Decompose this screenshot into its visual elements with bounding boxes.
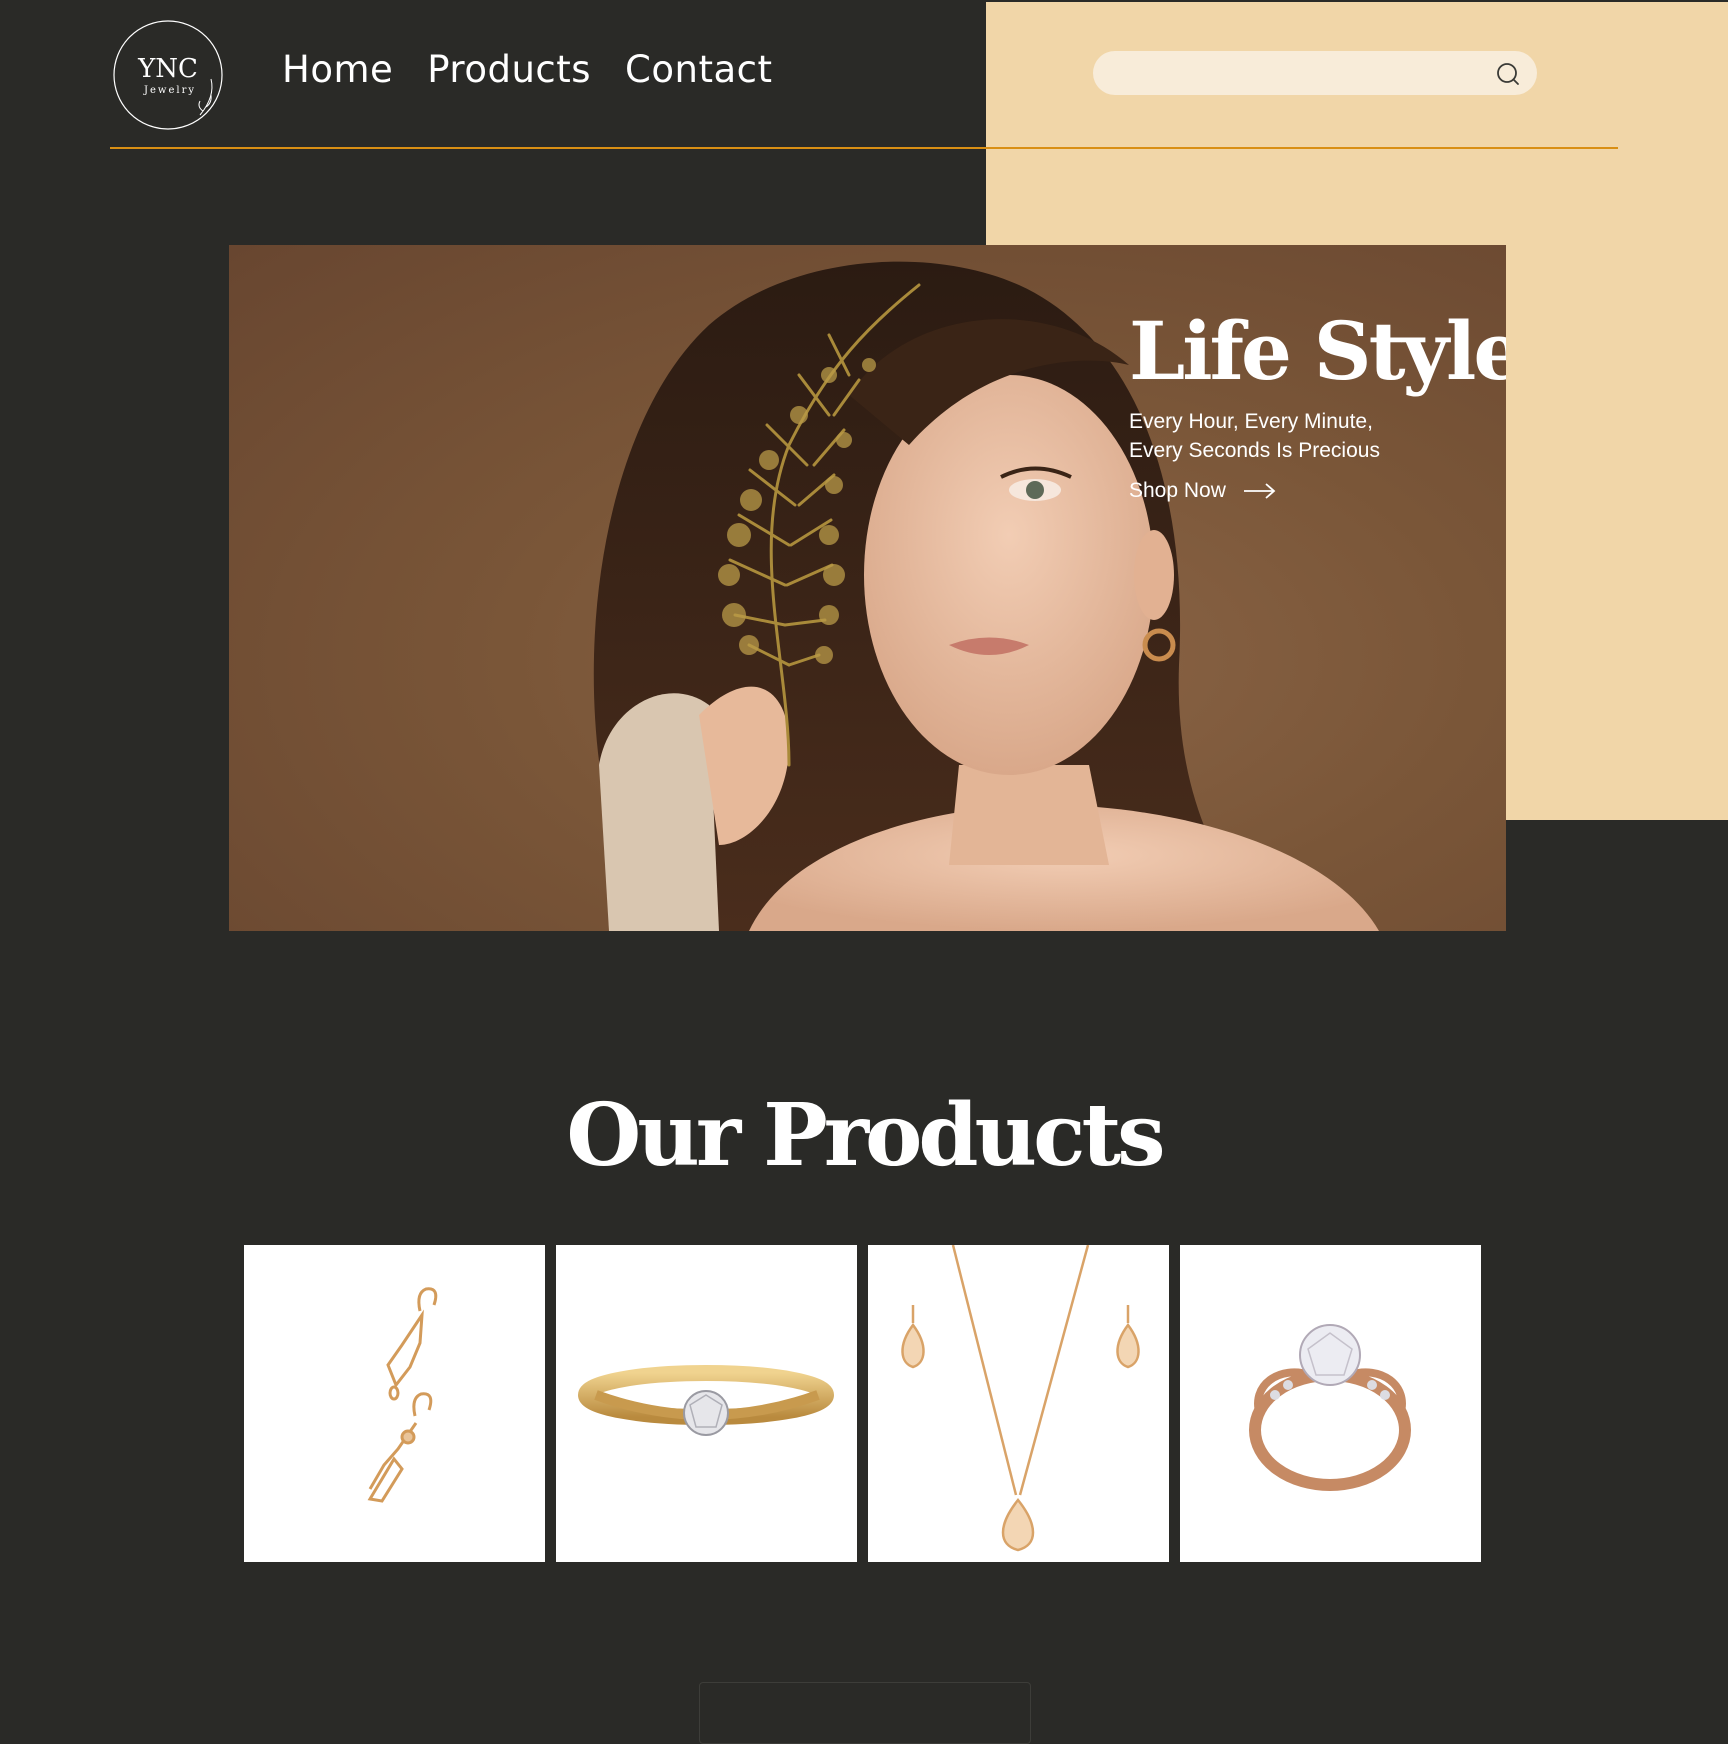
nav-home[interactable]: Home xyxy=(282,48,393,91)
logo-text: YNC xyxy=(137,54,198,84)
product-image-necklace-set xyxy=(901,1245,1140,1552)
search-bar xyxy=(1093,51,1537,97)
product-card-crystal-ring[interactable] xyxy=(1180,1245,1481,1562)
product-image-crystal-ring xyxy=(1249,1324,1411,1491)
search-input[interactable] xyxy=(1115,51,1479,97)
hero-subtitle: Every Hour, Every Minute, Every Seconds … xyxy=(1129,410,1380,462)
nav-products[interactable]: Products xyxy=(427,48,591,91)
footer-partial-box xyxy=(699,1682,1031,1744)
products-section-title: Our Products xyxy=(566,1085,1165,1186)
main-nav: Home Products Contact xyxy=(282,48,772,91)
product-card-earrings[interactable] xyxy=(244,1245,545,1562)
product-grid xyxy=(244,1245,1481,1562)
header-divider xyxy=(110,147,1618,149)
product-image-solitaire-ring xyxy=(578,1365,834,1436)
shop-now-label: Shop Now xyxy=(1129,479,1226,502)
product-card-solitaire-ring[interactable] xyxy=(556,1245,857,1562)
nav-contact[interactable]: Contact xyxy=(625,48,772,91)
product-image-earrings xyxy=(367,1287,438,1503)
arrow-right-icon xyxy=(1243,483,1276,499)
brand-logo[interactable]: YNC Jewelry xyxy=(110,15,226,135)
shop-now-button[interactable]: Shop Now xyxy=(1129,479,1449,503)
search-icon[interactable] xyxy=(1495,61,1521,87)
hero-banner: Life Style Every Hour, Every Minute, Eve… xyxy=(229,245,1506,931)
hero-title: Life Style xyxy=(1129,304,1506,398)
hero-text-block: Life Style Every Hour, Every Minute, Eve… xyxy=(1129,304,1506,503)
product-card-necklace-set[interactable] xyxy=(868,1245,1169,1562)
logo-subtext: Jewelry xyxy=(143,85,196,96)
